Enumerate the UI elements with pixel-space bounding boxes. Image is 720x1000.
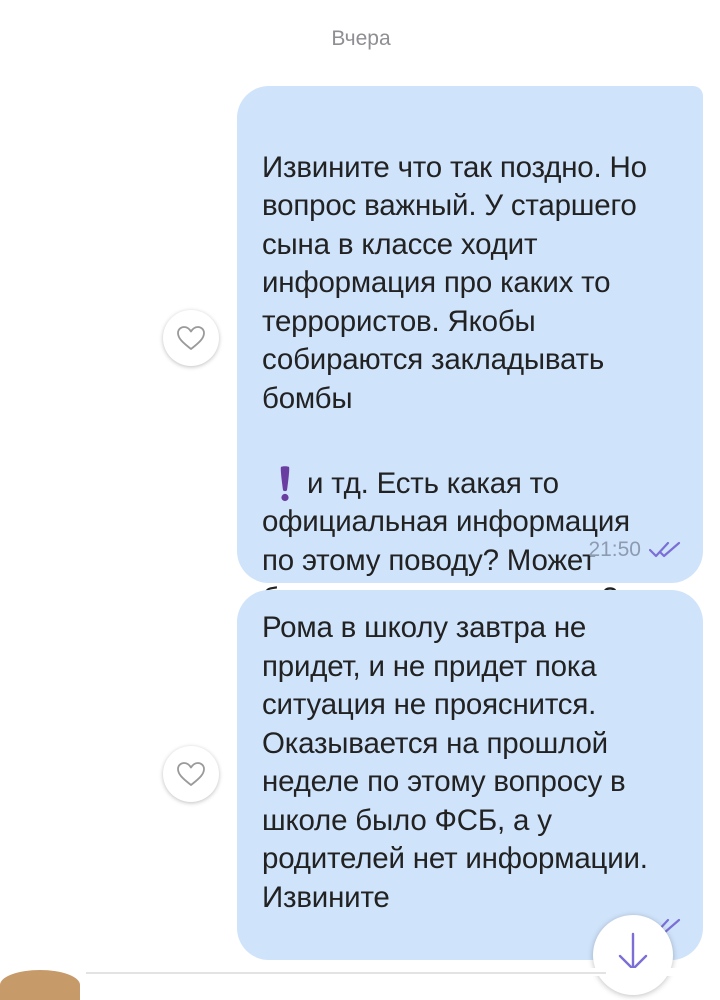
- heart-outline-icon: [177, 326, 205, 350]
- like-button[interactable]: [163, 746, 219, 802]
- double-check-icon: [649, 541, 681, 557]
- exclamation-emoji-icon: [280, 465, 290, 501]
- message-bubble-outgoing[interactable]: Извините что так поздно. Но вопрос важны…: [237, 86, 703, 615]
- message-text: Рома в школу завтра не придет, и не прид…: [262, 611, 648, 914]
- divider: [86, 972, 606, 974]
- date-separator: Вчера: [331, 27, 391, 50]
- message-text-part1: Извините что так поздно. Но вопрос важны…: [262, 150, 647, 415]
- message-meta: 21:50: [588, 531, 681, 570]
- message-time: 21:50: [588, 537, 641, 561]
- arrow-down-icon: [618, 932, 648, 971]
- heart-outline-icon: [177, 762, 205, 786]
- like-button[interactable]: [163, 310, 219, 366]
- avatar[interactable]: [0, 970, 80, 1000]
- scroll-to-bottom-button[interactable]: [593, 915, 673, 995]
- message-bubble-outgoing[interactable]: Рома в школу завтра не придет, и не прид…: [237, 590, 703, 960]
